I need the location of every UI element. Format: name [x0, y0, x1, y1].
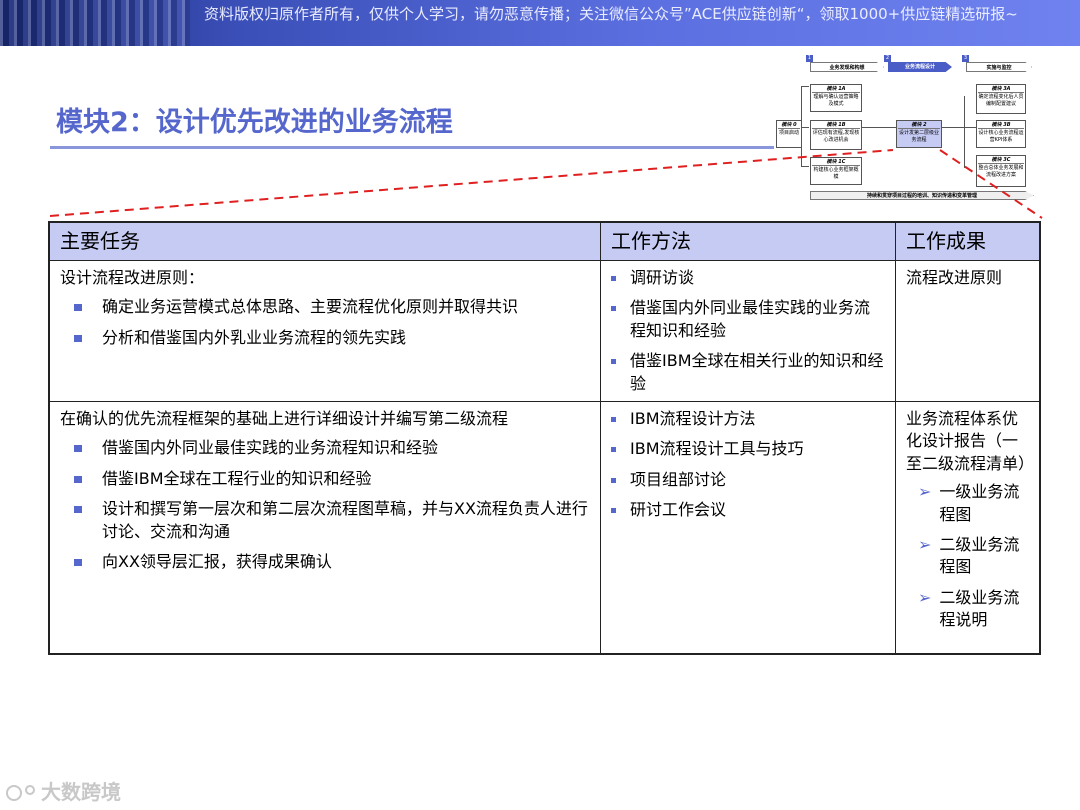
banner-texture: [0, 0, 190, 46]
bullet-square-icon: [611, 477, 616, 483]
watermark-logo-icon: [25, 785, 35, 795]
list-item: IBM流程设计方法: [611, 408, 885, 430]
list-item: 借鉴国内外同业最佳实践的业务流程知识和经验: [74, 437, 590, 459]
connector: [964, 96, 965, 168]
bullet-square-icon: [611, 276, 616, 281]
phase-1-number: 1: [806, 55, 813, 62]
arrow-right-icon: ➢: [918, 534, 932, 554]
row2-task-title: 在确认的优先流程框架的基础上进行详细设计并编写第二级流程: [60, 409, 509, 428]
list-item: 研讨工作会议: [611, 499, 885, 521]
row2-tasks: 在确认的优先流程框架的基础上进行详细设计并编写第二级流程 借鉴国内外同业最佳实践…: [50, 402, 601, 653]
bullet-square-icon: [74, 445, 82, 453]
bullet-square-icon: [611, 417, 616, 422]
phase-1-label: 业务发现和构想: [810, 62, 884, 72]
training-bar: 持续和贯穿项目过程的培训、知识传递和变革管理: [810, 191, 1034, 200]
bullet-square-icon: [74, 558, 82, 566]
module-2-box: 模块 2 设计发第二层级业务流程: [896, 120, 942, 148]
page-title: 模块2：设计优先改进的业务流程: [56, 107, 453, 138]
list-item: IBM流程设计工具与技巧: [611, 438, 885, 460]
row2-results: 业务流程体系优化设计报告（一至二级流程清单） ➢ 一级业务流程图 ➢ 二级业务流程图…: [896, 402, 1039, 653]
arrow-right-icon: ➢: [918, 587, 932, 607]
module-1a-box: 模块 1A 理解与确认运营策略及模式: [810, 84, 862, 112]
list-item: 设计和撰写第一层次和第二层次流程图草稿，并与XX流程负责人进行讨论、交流和沟通: [74, 498, 590, 543]
bullet-square-icon: [611, 306, 616, 312]
dashed-line-left: [49, 149, 894, 217]
connector: [860, 127, 896, 128]
header-methods: 工作方法: [601, 223, 896, 261]
connector: [801, 166, 809, 167]
bullet-square-icon: [611, 359, 616, 365]
phase-3-number: 3: [962, 55, 969, 62]
module-3b-box: 模块 3B 设计核心业务流程运营KPI体系: [976, 120, 1026, 148]
row1-task-title: 设计流程改进原则：: [60, 268, 205, 287]
phase-2-label: 业务流程设计: [888, 62, 952, 72]
bullet-square-icon: [611, 508, 616, 514]
header-results: 工作成果: [896, 223, 1039, 261]
bullet-square-icon: [74, 304, 82, 312]
top-banner: 资料版权归原作者所有，仅供个人学习，请勿恶意传播；关注微信公众号”ACE供应链创…: [0, 0, 1080, 46]
module-0-box: 模块 0 项目启动: [776, 120, 802, 148]
arrow-right-icon: ➢: [918, 482, 932, 502]
module-3a-box: 模块 3A 确定流程变化后人员编制配置建议: [976, 84, 1026, 114]
row1-methods: 调研访谈 借鉴国内外同业最佳实践的业务流程知识和经验 借鉴IBM全球在相关行业的…: [601, 261, 896, 402]
list-item: 项目组部讨论: [611, 469, 885, 491]
list-item: 借鉴国内外同业最佳实践的业务流程知识和经验: [611, 297, 885, 342]
phase-3-label: 实施与监控: [966, 62, 1032, 72]
watermark-logo-icon: [6, 785, 22, 801]
list-item: ➢ 二级业务流程说明: [906, 587, 1029, 632]
connector: [801, 127, 809, 128]
module-1b-box: 模块 1B 评估现有流程,发现核心改进机会: [810, 120, 862, 150]
module-3c-box: 模块 3C 整合总体业务发展和流程改进方案: [976, 155, 1026, 187]
list-item: 向XX领导层汇报，获得成果确认: [74, 551, 590, 573]
list-item: 借鉴IBM全球在相关行业的知识和经验: [611, 350, 885, 395]
module-1c-box: 模块 1C 构建核心业务框架概模: [810, 157, 862, 185]
row1-result-title: 流程改进原则: [906, 268, 1003, 287]
list-item: 确定业务运营模式总体思路、主要流程优化原则并取得共识: [74, 296, 590, 318]
list-item: 分析和借鉴国内外乳业业务流程的领先实践: [74, 327, 590, 349]
row2-methods: IBM流程设计方法 IBM流程设计工具与技巧 项目组部讨论 研讨工作会议: [601, 402, 896, 653]
phase-2-number: 2: [884, 55, 891, 62]
bullet-square-icon: [74, 475, 82, 483]
connector: [801, 86, 809, 87]
header-tasks: 主要任务: [50, 223, 601, 261]
watermark: 大数跨境: [6, 776, 121, 805]
list-item: 借鉴IBM全球在工程行业的知识和经验: [74, 468, 590, 490]
bullet-square-icon: [611, 447, 616, 453]
row1-results: 流程改进原则: [896, 261, 1039, 402]
connector: [942, 127, 976, 128]
bullet-square-icon: [74, 506, 82, 514]
task-table: 主要任务 工作方法 工作成果 设计流程改进原则： 确定业务运营模式总体思路、主要…: [48, 221, 1041, 655]
bullet-square-icon: [74, 334, 82, 342]
row2-result-title: 业务流程体系优化设计报告（一至二级流程清单）: [906, 409, 1035, 473]
row1-tasks: 设计流程改进原则： 确定业务运营模式总体思路、主要流程优化原则并取得共识 分析和…: [50, 261, 601, 402]
list-item: ➢ 二级业务流程图: [906, 534, 1029, 579]
process-mini-diagram: 1 业务发现和构想 2 业务流程设计 3 实施与监控 模块 0 项目启动 模块 1…: [776, 52, 1066, 212]
list-item: ➢ 一级业务流程图: [906, 481, 1029, 526]
list-item: 调研访谈: [611, 267, 885, 289]
title-underline: [50, 146, 774, 149]
banner-text: 资料版权归原作者所有，仅供个人学习，请勿恶意传播；关注微信公众号”ACE供应链创…: [204, 5, 1018, 23]
